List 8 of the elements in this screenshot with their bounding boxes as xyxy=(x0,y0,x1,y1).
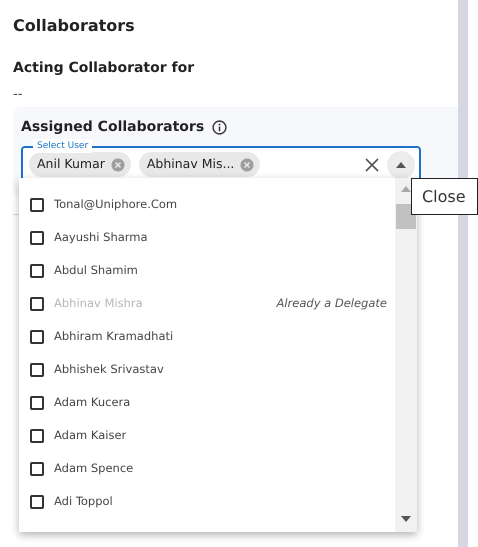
option-note: Already a Delegate xyxy=(276,294,387,312)
field-label: Acting Collaborator for xyxy=(13,59,196,78)
field-value: -- xyxy=(13,86,24,104)
section-title: Collaborators xyxy=(13,15,136,37)
field-label: Assigned Collaborators xyxy=(21,118,204,136)
field-label: Select User xyxy=(33,138,92,152)
tooltip: Close xyxy=(411,178,478,215)
option-label: Abhinav Mishra xyxy=(54,294,143,312)
